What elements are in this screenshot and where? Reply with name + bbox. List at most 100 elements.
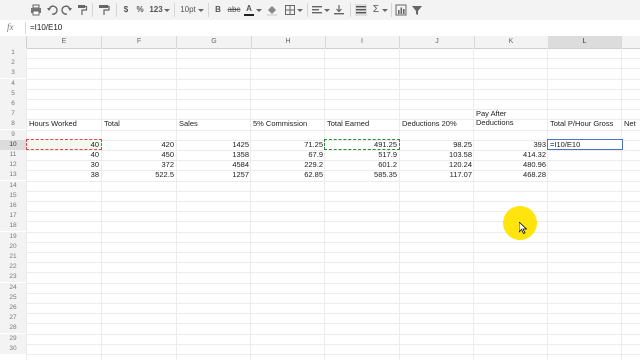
cell-hours[interactable]: 40 — [29, 150, 99, 160]
row-header-12[interactable]: 12 — [0, 160, 27, 171]
row-header-1[interactable]: 1 — [0, 48, 27, 58]
cell-total[interactable]: 420 — [104, 140, 174, 150]
row-header-15[interactable]: 15 — [0, 190, 27, 201]
column-header-e[interactable]: E — [27, 36, 102, 48]
cell-sales[interactable]: 1425 — [179, 140, 249, 150]
row-header-10[interactable]: 10 — [0, 139, 27, 150]
header-total-earned[interactable]: Total Earned — [327, 119, 397, 129]
cell-earned[interactable]: 585.35 — [327, 170, 397, 180]
row-header-5[interactable]: 5 — [0, 88, 27, 99]
formula-input[interactable]: =I10/E10 — [30, 23, 62, 32]
chevron-down-icon[interactable] — [324, 4, 330, 16]
cell-sales[interactable]: 1358 — [179, 150, 249, 160]
row-header-28[interactable]: 28 — [0, 323, 27, 334]
currency-format-button[interactable]: $ — [121, 4, 131, 16]
paint-format-icon[interactable] — [76, 4, 88, 16]
row-header-4[interactable]: 4 — [0, 78, 27, 89]
chevron-down-icon[interactable] — [256, 4, 262, 16]
row-header-2[interactable]: 2 — [0, 58, 27, 69]
cell-earned[interactable]: 517.9 — [327, 150, 397, 160]
column-header-k[interactable]: K — [474, 36, 549, 48]
cell-hours[interactable]: 38 — [29, 170, 99, 180]
select-all-corner[interactable] — [0, 36, 27, 48]
strikethrough-button[interactable]: abc — [227, 4, 241, 16]
row-header-22[interactable]: 22 — [0, 262, 27, 273]
cell-earned[interactable]: 491.25 — [327, 140, 397, 150]
header-sales[interactable]: Sales — [179, 119, 249, 129]
row-header-20[interactable]: 20 — [0, 241, 27, 252]
cell-commission[interactable]: 67.9 — [253, 150, 323, 160]
header-pay-after-deductions[interactable]: Pay After Deductions — [476, 109, 546, 129]
cell-deductions[interactable]: 103.58 — [402, 150, 472, 160]
fill-color-icon[interactable] — [266, 4, 278, 16]
cell-commission[interactable]: 71.25 — [253, 140, 323, 150]
paint-roller-icon[interactable] — [98, 4, 110, 16]
header-hours-worked[interactable]: Hours Worked — [29, 119, 99, 129]
cell-pay[interactable]: 393 — [476, 140, 546, 150]
cell-deductions[interactable]: 98.25 — [402, 140, 472, 150]
cell-hours[interactable]: 30 — [29, 160, 99, 170]
row-header-13[interactable]: 13 — [0, 170, 27, 181]
column-header-l[interactable]: L — [548, 36, 622, 48]
column-header-g[interactable]: G — [177, 36, 252, 48]
row-header-29[interactable]: 29 — [0, 333, 27, 344]
row-header-26[interactable]: 26 — [0, 303, 27, 313]
row-header-30[interactable]: 30 — [0, 343, 27, 354]
column-header-f[interactable]: F — [102, 36, 177, 48]
row-header-3[interactable]: 3 — [0, 68, 27, 79]
header-total-per-hour[interactable]: Total P/Hour Gross — [550, 119, 620, 129]
cell-total[interactable]: 522.5 — [104, 170, 174, 180]
header-net[interactable]: Net — [624, 119, 640, 129]
cell-earned[interactable]: 601.2 — [327, 160, 397, 170]
row-header-21[interactable]: 21 — [0, 252, 27, 262]
cell-sales[interactable]: 4584 — [179, 160, 249, 170]
header-commission[interactable]: 5% Commission — [253, 119, 323, 129]
cell-pay[interactable]: 414.32 — [476, 150, 546, 160]
chevron-down-icon[interactable] — [297, 4, 303, 16]
row-header-24[interactable]: 24 — [0, 282, 27, 293]
column-header-i[interactable]: I — [325, 36, 400, 48]
header-total[interactable]: Total — [104, 119, 174, 129]
cell-deductions[interactable]: 120.24 — [402, 160, 472, 170]
chevron-down-icon[interactable] — [198, 4, 204, 16]
row-header-18[interactable]: 18 — [0, 221, 27, 232]
column-header-h[interactable]: H — [251, 36, 326, 48]
column-header-j[interactable]: J — [400, 36, 475, 48]
cell-pay[interactable]: 480.96 — [476, 160, 546, 170]
insert-chart-icon[interactable] — [395, 4, 407, 16]
bold-button[interactable]: B — [213, 4, 223, 16]
vertical-align-icon[interactable] — [333, 4, 345, 16]
row-header-23[interactable]: 23 — [0, 272, 27, 283]
chevron-down-icon[interactable] — [164, 4, 170, 16]
row-header-25[interactable]: 25 — [0, 292, 27, 303]
row-header-7[interactable]: 7 — [0, 109, 27, 120]
row-header-9[interactable]: 9 — [0, 129, 27, 140]
number-format-dropdown[interactable]: 123 — [149, 4, 163, 16]
header-deductions[interactable]: Deductions 20% — [402, 119, 472, 129]
text-color-button[interactable]: A — [244, 4, 254, 16]
cell-hours[interactable]: 40 — [29, 140, 99, 150]
row-header-27[interactable]: 27 — [0, 313, 27, 324]
undo-icon[interactable] — [46, 4, 58, 16]
font-size-dropdown[interactable]: 10pt — [179, 4, 197, 16]
row-header-8[interactable]: 8 — [0, 119, 27, 130]
cell-commission[interactable]: 229.2 — [253, 160, 323, 170]
wrap-text-icon[interactable] — [355, 4, 367, 16]
spreadsheet-grid[interactable]: EFGHIJKL 1 2 3 4 5 6 7 8 9 10 11 12 13 14 15 16 17 18 19 20… — [0, 36, 640, 360]
filter-icon[interactable] — [411, 4, 423, 16]
borders-icon[interactable] — [284, 4, 296, 16]
percent-format-button[interactable]: % — [135, 4, 145, 16]
print-icon[interactable] — [30, 4, 42, 16]
row-header-17[interactable]: 17 — [0, 211, 27, 222]
cell-total[interactable]: 450 — [104, 150, 174, 160]
align-left-icon[interactable] — [311, 4, 323, 16]
row-header-19[interactable]: 19 — [0, 231, 27, 242]
chevron-down-icon[interactable] — [382, 4, 388, 16]
row-header-6[interactable]: 6 — [0, 99, 27, 109]
redo-icon[interactable] — [61, 4, 73, 16]
functions-button[interactable]: Σ — [371, 4, 381, 16]
cell-commission[interactable]: 62.85 — [253, 170, 323, 180]
cell-per-hour-editing[interactable]: =I10/E10 — [550, 140, 620, 150]
cell-deductions[interactable]: 117.07 — [402, 170, 472, 180]
row-header-14[interactable]: 14 — [0, 180, 27, 191]
